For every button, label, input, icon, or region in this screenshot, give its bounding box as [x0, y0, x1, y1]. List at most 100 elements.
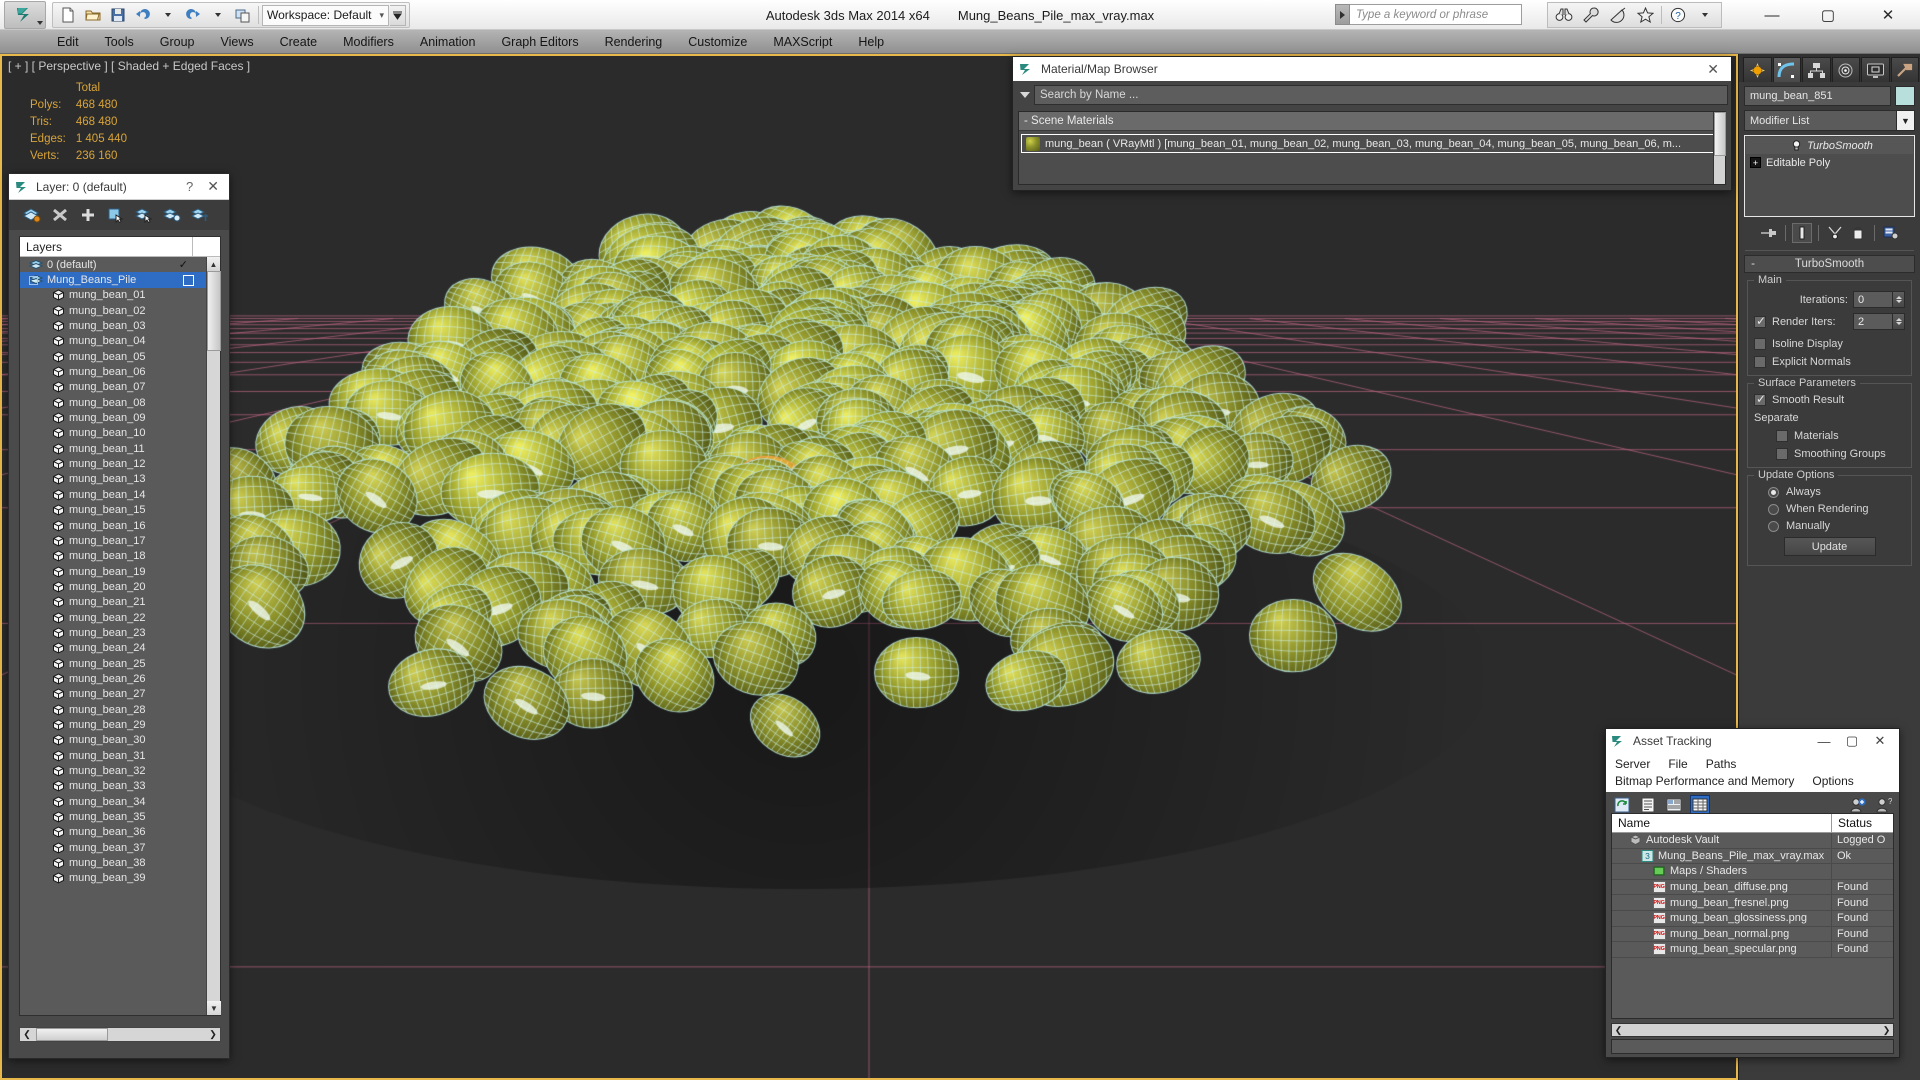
layer-row-object[interactable]: mung_bean_33	[20, 779, 206, 794]
isoline-display-checkbox[interactable]	[1754, 338, 1766, 350]
separate-materials-row[interactable]: Materials	[1754, 430, 1905, 442]
hscroll-thumb[interactable]	[36, 1028, 108, 1041]
object-color-swatch[interactable]	[1895, 86, 1915, 106]
save-file-icon[interactable]	[106, 4, 130, 26]
explicit-normals-checkbox[interactable]	[1754, 356, 1766, 368]
configure-sets-icon[interactable]	[1881, 223, 1901, 243]
motion-tab-icon[interactable]	[1831, 57, 1860, 82]
asset-table-row[interactable]: PNG mung_bean_specular.png Found	[1612, 941, 1893, 958]
asset-menu-options[interactable]: Options	[1803, 774, 1862, 788]
layer-manager-dialog[interactable]: Layer: 0 (default) ? ✕ Layers 0 (default…	[8, 173, 230, 1059]
select-highlight-icon[interactable]	[131, 203, 157, 227]
layer-row-group[interactable]: 0 (default) ✓	[20, 257, 206, 272]
asset-minimize-button[interactable]: —	[1810, 729, 1838, 753]
scroll-up-arrow-icon[interactable]: ▲	[207, 257, 220, 271]
application-menu-button[interactable]	[4, 1, 46, 29]
menu-item-customize[interactable]: Customize	[675, 30, 760, 54]
turbosmooth-rollup-header[interactable]: - TurboSmooth	[1744, 255, 1915, 273]
layer-row-object[interactable]: mung_bean_12	[20, 456, 206, 471]
utilities-tab-icon[interactable]	[1890, 57, 1919, 82]
update-when-rendering-radio[interactable]	[1768, 503, 1779, 515]
close-button[interactable]: ✕	[1856, 0, 1920, 30]
layer-row-object[interactable]: mung_bean_25	[20, 656, 206, 671]
add-layer-icon[interactable]	[75, 203, 101, 227]
perspective-viewport[interactable]: [ + ] [ Perspective ] [ Shaded + Edged F…	[0, 54, 1738, 1080]
material-list-item[interactable]: mung_bean ( VRayMtl ) [mung_bean_01, mun…	[1021, 134, 1723, 153]
modify-tab-icon[interactable]	[1772, 57, 1801, 82]
project-folder-icon[interactable]	[231, 4, 255, 26]
redo-icon[interactable]	[181, 4, 205, 26]
layer-dialog-titlebar[interactable]: Layer: 0 (default) ? ✕	[9, 174, 229, 200]
remove-modifier-icon[interactable]	[1848, 223, 1868, 243]
lightbulb-icon[interactable]	[1790, 139, 1803, 152]
render-iters-spinner[interactable]: 2	[1853, 313, 1905, 330]
asset-maximize-button[interactable]: ▢	[1838, 729, 1866, 753]
layer-row-object[interactable]: mung_bean_34	[20, 794, 206, 809]
layer-row-object[interactable]: mung_bean_04	[20, 334, 206, 349]
layer-row-object[interactable]: mung_bean_02	[20, 303, 206, 318]
material-filter-icon[interactable]	[1016, 85, 1034, 105]
layer-row-object[interactable]: mung_bean_20	[20, 579, 206, 594]
asset-menu-paths[interactable]: Paths	[1697, 757, 1746, 771]
asset-tracking-dialog[interactable]: Asset Tracking — ▢ ✕ Server File Paths Bit…	[1605, 728, 1900, 1058]
binoculars-icon[interactable]	[1551, 4, 1577, 26]
add-vault-icon[interactable]	[1847, 795, 1867, 815]
select-objects-icon[interactable]	[103, 203, 129, 227]
material-map-browser[interactable]: Material/Map Browser ✕ Search by Name ..…	[1012, 56, 1732, 191]
hscroll-left-arrow-icon[interactable]: ❮	[20, 1028, 34, 1041]
wrench-icon[interactable]	[1578, 4, 1604, 26]
delete-layer-icon[interactable]	[47, 203, 73, 227]
asset-horizontal-scrollbar[interactable]: ❮ ❯	[1611, 1023, 1894, 1037]
asset-close-button[interactable]: ✕	[1866, 729, 1894, 753]
layer-expander-icon[interactable]: −	[29, 275, 38, 285]
refresh-icon[interactable]	[1612, 795, 1632, 815]
menu-item-tools[interactable]: Tools	[92, 30, 147, 54]
material-search-input[interactable]: Search by Name ...	[1034, 85, 1728, 105]
list-view-icon[interactable]	[1638, 795, 1658, 815]
layer-row-object[interactable]: mung_bean_35	[20, 809, 206, 824]
search-dropdown-button[interactable]	[1335, 4, 1350, 25]
layer-row-object[interactable]: mung_bean_21	[20, 595, 206, 610]
layer-row-object[interactable]: mung_bean_07	[20, 380, 206, 395]
undo-icon[interactable]	[131, 4, 155, 26]
render-iters-value[interactable]: 2	[1853, 313, 1893, 330]
layer-row-object[interactable]: mung_bean_01	[20, 288, 206, 303]
asset-table-row[interactable]: Autodesk Vault Logged O	[1612, 832, 1893, 849]
asset-column-name[interactable]: Name	[1612, 816, 1831, 830]
asset-table-row[interactable]: PNG mung_bean_diffuse.png Found	[1612, 879, 1893, 896]
star-icon[interactable]	[1632, 4, 1658, 26]
layer-row-object[interactable]: mung_bean_37	[20, 840, 206, 855]
search-input[interactable]: Type a keyword or phrase	[1350, 4, 1522, 25]
menu-item-views[interactable]: Views	[207, 30, 266, 54]
layer-row-object[interactable]: mung_bean_11	[20, 441, 206, 456]
asset-table-row[interactable]: 3 Mung_Beans_Pile_max_vray.max Ok	[1612, 848, 1893, 865]
layer-row-object[interactable]: mung_bean_14	[20, 487, 206, 502]
smooth-result-row[interactable]: Smooth Result	[1754, 392, 1905, 406]
asset-rows-container[interactable]: Autodesk Vault Logged O 3 Mung_Beans_Pile_m…	[1612, 832, 1893, 958]
menu-item-maxscript[interactable]: MAXScript	[760, 30, 845, 54]
layer-row-object[interactable]: mung_bean_23	[20, 625, 206, 640]
menu-item-rendering[interactable]: Rendering	[592, 30, 676, 54]
layer-row-object[interactable]: mung_bean_29	[20, 717, 206, 732]
layer-horizontal-scrollbar[interactable]: ❮ ❯	[19, 1027, 221, 1042]
layer-row-object[interactable]: mung_bean_26	[20, 671, 206, 686]
menu-item-help[interactable]: Help	[845, 30, 897, 54]
layer-scroll-thumb[interactable]	[207, 271, 221, 351]
layer-row-object[interactable]: mung_bean_09	[20, 410, 206, 425]
modifier-list-chevron-icon[interactable]: ▼	[1896, 111, 1914, 130]
stack-item-editable-poly[interactable]: + Editable Poly	[1746, 154, 1913, 171]
redo-dropdown-icon[interactable]	[206, 4, 230, 26]
minimize-button[interactable]: —	[1744, 0, 1800, 30]
material-browser-close-button[interactable]: ✕	[1701, 61, 1725, 78]
stack-item-turbosmooth[interactable]: TurboSmooth	[1746, 137, 1913, 154]
menu-item-graph-editors[interactable]: Graph Editors	[488, 30, 591, 54]
hierarchy-tab-icon[interactable]	[1802, 57, 1831, 82]
layer-row-object[interactable]: mung_bean_17	[20, 533, 206, 548]
viewport-label[interactable]: [ + ] [ Perspective ] [ Shaded + Edged F…	[8, 59, 250, 73]
layer-settings-icon[interactable]	[187, 203, 213, 227]
display-tab-icon[interactable]	[1861, 57, 1890, 82]
layer-row-object[interactable]: mung_bean_22	[20, 610, 206, 625]
update-manually-radio[interactable]	[1768, 520, 1779, 532]
material-scroll-thumb[interactable]	[1714, 112, 1726, 156]
workspace-selector[interactable]: Workspace: Default ▾	[262, 4, 390, 26]
